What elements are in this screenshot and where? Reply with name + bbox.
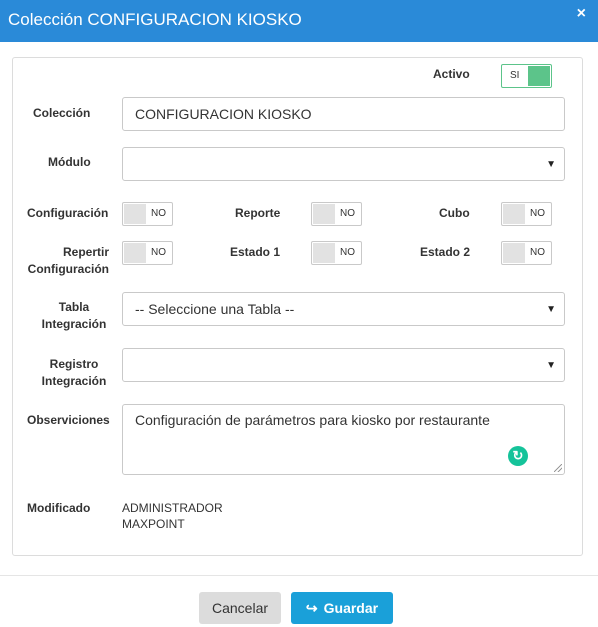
toggle-knob xyxy=(503,243,525,263)
cancel-button[interactable]: Cancelar xyxy=(199,592,281,624)
repertir-toggle[interactable]: NO xyxy=(122,241,173,265)
registro-integracion-label: Registro Integración xyxy=(27,356,121,390)
dialog-header: Colección CONFIGURACION KIOSKO × xyxy=(0,0,598,42)
toggle-knob xyxy=(313,243,335,263)
resize-handle[interactable] xyxy=(554,464,562,472)
configuracion-label: Configuración xyxy=(27,206,109,220)
toggle-text: NO xyxy=(151,208,166,219)
configuracion-toggle[interactable]: NO xyxy=(122,202,173,226)
registro-integracion-select[interactable]: ▼ xyxy=(122,348,565,382)
tabla-label-line1: Tabla xyxy=(58,300,90,314)
caret-down-icon: ▼ xyxy=(546,159,556,170)
modulo-label: Módulo xyxy=(48,155,91,169)
observaciones-value: Configuración de parámetros para kiosko … xyxy=(135,412,490,428)
dialog-title: Colección CONFIGURACION KIOSKO xyxy=(8,10,302,29)
modificado-label: Modificado xyxy=(27,501,91,515)
toggle-text: NO xyxy=(151,247,166,258)
caret-down-icon: ▼ xyxy=(546,304,556,315)
estado2-label: Estado 2 xyxy=(420,245,471,259)
footer-divider xyxy=(0,575,598,576)
reporte-label: Reporte xyxy=(235,206,281,220)
toggle-text: SI xyxy=(510,70,520,81)
reporte-toggle[interactable]: NO xyxy=(311,202,362,226)
toggle-text: NO xyxy=(340,247,355,258)
toggle-knob xyxy=(528,66,550,86)
tabla-value: -- Seleccione una Tabla -- xyxy=(135,301,295,317)
toggle-knob xyxy=(124,204,146,224)
repertir-label-line2: Configuración xyxy=(27,262,109,276)
toggle-knob xyxy=(503,204,525,224)
grammarly-icon[interactable]: ↻ xyxy=(508,446,528,466)
save-button[interactable]: ↪ Guardar xyxy=(291,592,393,624)
activo-label: Activo xyxy=(433,67,470,81)
coleccion-input[interactable]: CONFIGURACION KIOSKO xyxy=(122,97,565,131)
estado1-label: Estado 1 xyxy=(230,245,281,259)
observaciones-label: Observiciones xyxy=(27,413,110,427)
toggle-text: NO xyxy=(530,208,545,219)
tabla-label-line2: Integración xyxy=(41,317,107,331)
tabla-integracion-label: Tabla Integración xyxy=(27,299,121,333)
tabla-integracion-select[interactable]: -- Seleccione una Tabla -- ▼ xyxy=(122,292,565,326)
save-icon: ↪ xyxy=(305,600,318,616)
estado1-toggle[interactable]: NO xyxy=(311,241,362,265)
toggle-text: NO xyxy=(340,208,355,219)
coleccion-value: CONFIGURACION KIOSKO xyxy=(135,106,312,122)
estado2-toggle[interactable]: NO xyxy=(501,241,552,265)
repertir-label-line1: Repertir xyxy=(62,245,109,259)
registro-label-line1: Registro xyxy=(49,357,99,371)
toggle-text: NO xyxy=(530,247,545,258)
caret-down-icon: ▼ xyxy=(546,360,556,371)
toggle-knob xyxy=(124,243,146,263)
close-icon[interactable]: × xyxy=(577,5,586,23)
cubo-toggle[interactable]: NO xyxy=(501,202,552,226)
activo-toggle[interactable]: SI xyxy=(501,64,552,88)
registro-label-line2: Integración xyxy=(41,374,107,388)
observaciones-textarea[interactable]: Configuración de parámetros para kiosko … xyxy=(122,404,565,475)
cubo-label: Cubo xyxy=(439,206,470,220)
modificado-user: ADMINISTRADOR xyxy=(122,501,223,515)
save-button-label: Guardar xyxy=(323,600,379,616)
modulo-select[interactable]: ▼ xyxy=(122,147,565,181)
repertir-label: Repertir Configuración xyxy=(27,244,109,278)
modificado-system: MAXPOINT xyxy=(122,517,185,531)
toggle-knob xyxy=(313,204,335,224)
modificado-value: ADMINISTRADOR MAXPOINT xyxy=(122,500,223,532)
coleccion-label: Colección xyxy=(33,106,91,120)
